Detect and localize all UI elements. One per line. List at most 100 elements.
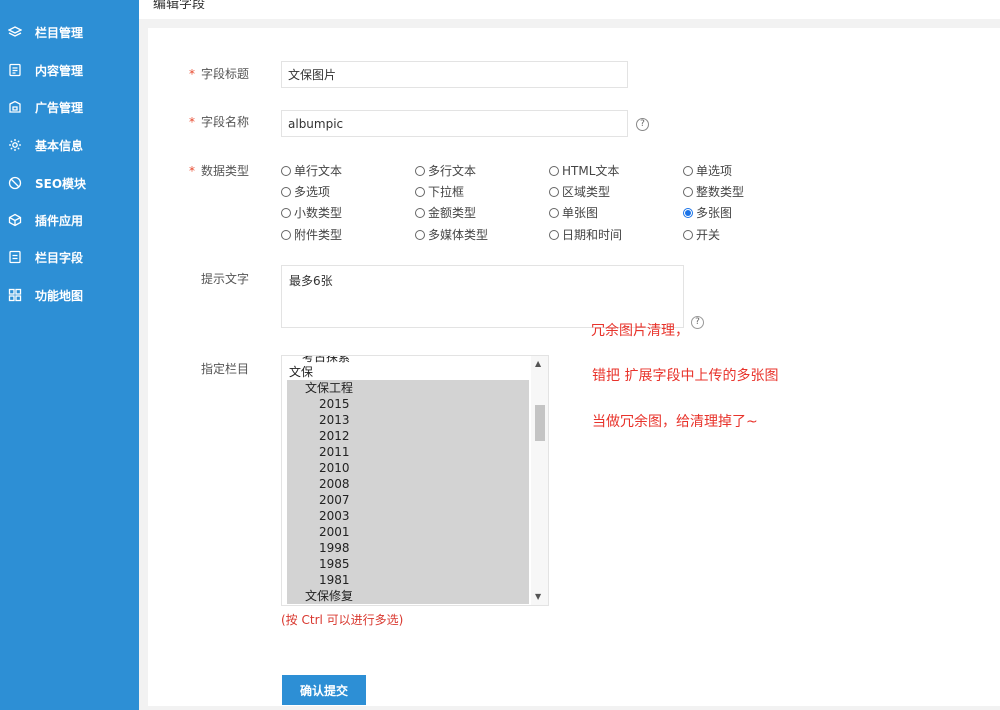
radio-label: 多选项 [294, 185, 331, 199]
radio-circle-icon[interactable] [281, 186, 291, 197]
list-item[interactable]: 文保 [287, 364, 529, 380]
sidebar-item-label: 内容管理 [35, 63, 84, 78]
radio-label: 开关 [696, 228, 721, 242]
sidebar-item-label: SEO模块 [35, 176, 87, 191]
scrollbar[interactable]: ▲ ▼ [531, 356, 548, 605]
data-type-radio[interactable]: 多张图 [683, 204, 732, 221]
data-type-radio[interactable]: 区域类型 [549, 183, 610, 200]
data-type-radio[interactable]: 单选项 [683, 162, 732, 179]
sidebar-item-ad-management[interactable]: 广告管理 [0, 93, 139, 121]
radio-label: 附件类型 [294, 228, 343, 242]
sidebar-item-content-management[interactable]: 内容管理 [0, 56, 139, 84]
sidebar-item-label: 插件应用 [35, 213, 84, 228]
data-type-radio[interactable]: 多选项 [281, 183, 330, 200]
required-mark: * [189, 164, 195, 178]
required-mark: * [189, 67, 195, 81]
annotation-line-1: 冗余图片清理， [591, 320, 689, 340]
radio-label: 单选项 [696, 164, 733, 178]
radio-circle-icon[interactable] [415, 165, 425, 176]
radio-circle-icon[interactable] [415, 186, 425, 197]
radio-circle-icon[interactable] [281, 229, 291, 240]
data-type-radio[interactable]: 单张图 [549, 204, 598, 221]
list-item[interactable]: 1998 [287, 540, 529, 556]
data-type-radio[interactable]: 单行文本 [281, 162, 342, 179]
radio-label: 金额类型 [428, 206, 477, 220]
radio-label: 小数类型 [294, 206, 343, 220]
annotation-line-2: 错把 扩展字段中上传的多张图 [592, 368, 779, 384]
help-icon[interactable]: ? [636, 118, 649, 131]
sidebar-item-seo[interactable]: SEO模块 [0, 169, 139, 197]
category-listbox[interactable]: 考古探索 文保 文保工程 2015 2013 2012 2011 2010 2008 2007 2… [281, 355, 549, 606]
list-item[interactable]: 1981 [287, 572, 529, 588]
label-text: 字段标题 [201, 67, 250, 81]
help-icon[interactable]: ? [691, 316, 704, 329]
multi-select-hint: (按 Ctrl 可以进行多选) [281, 613, 404, 627]
data-type-radio[interactable]: HTML文本 [549, 162, 619, 179]
list-item[interactable]: 文保工程 [287, 380, 529, 396]
input-value: 文保图片 [288, 68, 337, 82]
data-type-radio[interactable]: 多行文本 [415, 162, 476, 179]
radio-circle-icon[interactable] [683, 165, 693, 176]
label-text: 字段名称 [201, 115, 250, 129]
data-type-label: * 数据类型 [189, 162, 249, 179]
radio-circle-icon[interactable] [281, 165, 291, 176]
category-label: 指定栏目 [201, 362, 250, 376]
layers-icon [8, 25, 22, 39]
data-type-radio[interactable]: 小数类型 [281, 204, 342, 221]
sidebar-item-label: 广告管理 [35, 100, 84, 115]
divider [139, 706, 1000, 710]
radio-circle-icon[interactable] [683, 229, 693, 240]
list-item[interactable]: 2008 [287, 476, 529, 492]
data-type-radio[interactable]: 金额类型 [415, 204, 476, 221]
list-item[interactable]: 2010 [287, 460, 529, 476]
radio-circle-icon[interactable] [549, 229, 559, 240]
sidebar-item-column-management[interactable]: 栏目管理 [0, 18, 139, 46]
list-item[interactable]: 2013 [287, 412, 529, 428]
data-type-radio[interactable]: 多媒体类型 [415, 226, 488, 243]
annotation-line-3: 当做冗余图，给清理掉了~ [592, 414, 758, 430]
grid-icon [8, 288, 22, 302]
radio-label: 单张图 [562, 206, 599, 220]
field-title-input[interactable]: 文保图片 [281, 61, 628, 88]
list-item[interactable]: 2015 [287, 396, 529, 412]
field-name-label: * 字段名称 [189, 113, 249, 130]
field-title-label: * 字段标题 [189, 65, 249, 82]
scroll-down-icon[interactable]: ▼ [535, 592, 541, 601]
submit-button[interactable]: 确认提交 [282, 675, 366, 705]
seo-icon [8, 176, 22, 190]
ad-icon [8, 100, 22, 114]
data-type-radio[interactable]: 下拉框 [415, 183, 464, 200]
radio-circle-icon[interactable] [415, 229, 425, 240]
scroll-up-icon[interactable]: ▲ [535, 359, 541, 368]
data-type-radio[interactable]: 日期和时间 [549, 226, 622, 243]
sidebar-item-column-fields[interactable]: 栏目字段 [0, 243, 139, 271]
sidebar: 栏目管理 内容管理 广告管理 基本信息 SEO模块 插件应用 栏目字段 功能地图 [0, 0, 139, 710]
radio-circle-icon[interactable] [683, 186, 693, 197]
hint-text-textarea[interactable]: 最多6张 [281, 265, 684, 328]
data-type-radio[interactable]: 开关 [683, 226, 720, 243]
radio-circle-icon[interactable] [549, 165, 559, 176]
field-name-input[interactable]: albumpic [281, 110, 628, 137]
data-type-radio[interactable]: 整数类型 [683, 183, 744, 200]
list-item[interactable]: 2001 [287, 524, 529, 540]
list-item[interactable]: 2011 [287, 444, 529, 460]
label-text: 数据类型 [201, 164, 250, 178]
divider [139, 19, 1000, 28]
list-item[interactable]: 1985 [287, 556, 529, 572]
list-item[interactable]: 2003 [287, 508, 529, 524]
list-item[interactable]: 文保修复 [287, 588, 529, 604]
data-type-radio[interactable]: 附件类型 [281, 226, 342, 243]
list-item[interactable]: 2007 [287, 492, 529, 508]
sidebar-item-function-map[interactable]: 功能地图 [0, 281, 139, 309]
radio-circle-icon[interactable] [549, 207, 559, 218]
list-item[interactable]: 2012 [287, 428, 529, 444]
radio-label: 多媒体类型 [428, 228, 489, 242]
radio-circle-icon[interactable] [549, 186, 559, 197]
radio-label: HTML文本 [562, 164, 620, 178]
sidebar-item-basic-info[interactable]: 基本信息 [0, 131, 139, 159]
scrollbar-thumb[interactable] [535, 405, 545, 441]
radio-circle-icon[interactable] [281, 207, 291, 218]
sidebar-item-plugins[interactable]: 插件应用 [0, 206, 139, 234]
radio-circle-icon[interactable] [415, 207, 425, 218]
radio-circle-icon[interactable] [683, 207, 693, 218]
